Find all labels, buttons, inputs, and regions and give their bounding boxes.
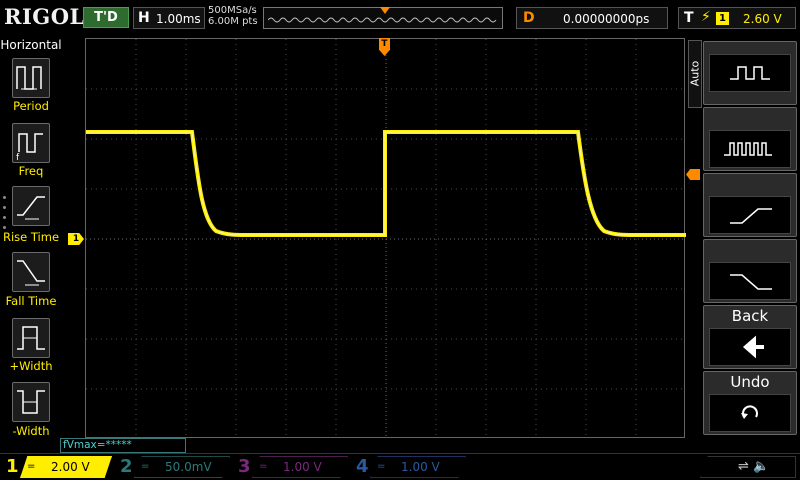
period-icon (16, 66, 42, 90)
positive-width-label: +Width (9, 359, 53, 373)
square-wave-icon (709, 54, 791, 92)
measurement-readout: fVmax=***** (60, 438, 186, 453)
acquisition-info: 500MSa/s 6.00M pts (208, 5, 258, 27)
softkey-pulse-train[interactable] (703, 107, 797, 171)
undo-icon (709, 394, 791, 432)
ch1-scale-box[interactable]: = 2.00 V (20, 456, 112, 478)
trigger-readout[interactable]: T ⚡ 1 2.60 V (678, 7, 796, 29)
mode-label: Auto (688, 60, 702, 87)
negative-width-button[interactable] (12, 382, 50, 422)
ch3-number[interactable]: 3 (238, 456, 251, 477)
usb-icon: ⇌ 🔈 (738, 459, 770, 474)
fall-time-button[interactable] (12, 252, 50, 292)
rising-edge-icon: ⚡ (701, 9, 711, 25)
trigger-level: 2.60 V (743, 12, 782, 26)
ch4-coupling: = (377, 461, 386, 472)
pulse-train-icon (709, 130, 791, 168)
ch1-number[interactable]: 1 (6, 456, 19, 477)
falling-ramp-icon (709, 262, 791, 300)
waveform-overview (268, 17, 497, 23)
horizontal-label: H (138, 10, 150, 26)
softkey-square-wave[interactable] (703, 41, 797, 105)
softkey-rising-edge[interactable] (703, 173, 797, 237)
mode-tab[interactable]: Auto (688, 40, 702, 108)
horizontal-timebase[interactable]: H 1.00ms (133, 7, 205, 29)
ch4-scale: 1.00 V (401, 460, 440, 474)
period-button[interactable] (12, 58, 50, 98)
waveform-display[interactable] (85, 38, 686, 439)
graticule (86, 39, 686, 439)
negative-width-label: -Width (12, 424, 50, 438)
ch3-coupling: = (259, 461, 268, 472)
trigger-label: T (684, 10, 694, 26)
ch4-number[interactable]: 4 (356, 456, 369, 477)
freq-button[interactable]: f (12, 123, 50, 163)
brand-logo: RIGOL (4, 4, 85, 29)
measure-menu: Horizontal Period f Freq Rise Time Fall … (0, 36, 62, 450)
trigger-level-marker[interactable] (686, 169, 700, 180)
rise-time-label: Rise Time (2, 230, 60, 244)
ch2-number[interactable]: 2 (120, 456, 133, 477)
fall-time-label: Fall Time (5, 294, 57, 308)
positive-width-icon (17, 326, 45, 350)
delay-value: 0.00000000ps (563, 12, 650, 26)
sample-rate: 500MSa/s (208, 5, 257, 16)
delay-label: D (523, 10, 535, 26)
rise-time-button[interactable] (12, 186, 50, 226)
ch1-coupling: = (27, 461, 36, 472)
channel-bar: 1 = 2.00 V 2 = 50.0mV 3 = 1.00 V 4 = 1.0… (0, 453, 800, 480)
menu-title: Horizontal (0, 38, 62, 52)
ch2-scale-box[interactable]: = 50.0mV (134, 456, 230, 478)
rising-ramp-icon (709, 196, 791, 234)
back-button[interactable]: Back (703, 305, 797, 369)
positive-width-button[interactable] (12, 318, 50, 358)
back-arrow-icon (709, 328, 791, 366)
trigger-position-marker (380, 7, 390, 14)
frequency-icon: f (16, 133, 43, 163)
ch4-scale-box[interactable]: = 1.00 V (370, 456, 466, 478)
undo-button[interactable]: Undo (703, 371, 797, 435)
rise-time-icon (17, 196, 45, 220)
timebase-value: 1.00ms (156, 12, 201, 26)
ch2-scale: 50.0mV (165, 460, 212, 474)
undo-label: Undo (730, 373, 770, 391)
memory-depth: 6.00M pts (208, 16, 258, 27)
back-label: Back (731, 307, 769, 325)
run-status-badge[interactable]: T'D (83, 7, 129, 28)
delay-readout[interactable]: D 0.00000000ps (516, 7, 668, 29)
negative-width-icon (17, 390, 45, 414)
fall-time-icon (17, 260, 45, 286)
svg-text:f: f (16, 153, 20, 162)
freq-label: Freq (18, 164, 44, 178)
ch1-offset-marker[interactable]: 1 (68, 233, 84, 245)
ch3-scale: 1.00 V (283, 460, 322, 474)
memory-overview (263, 7, 503, 29)
trigger-source: 1 (716, 12, 729, 25)
top-status-bar: RIGOL T'D H 1.00ms 500MSa/s 6.00M pts D … (0, 0, 800, 36)
softkey-falling-edge[interactable] (703, 239, 797, 303)
ch2-coupling: = (141, 461, 150, 472)
ch3-scale-box[interactable]: = 1.00 V (252, 456, 348, 478)
ch1-scale: 2.00 V (51, 460, 90, 474)
period-label: Period (13, 99, 49, 113)
